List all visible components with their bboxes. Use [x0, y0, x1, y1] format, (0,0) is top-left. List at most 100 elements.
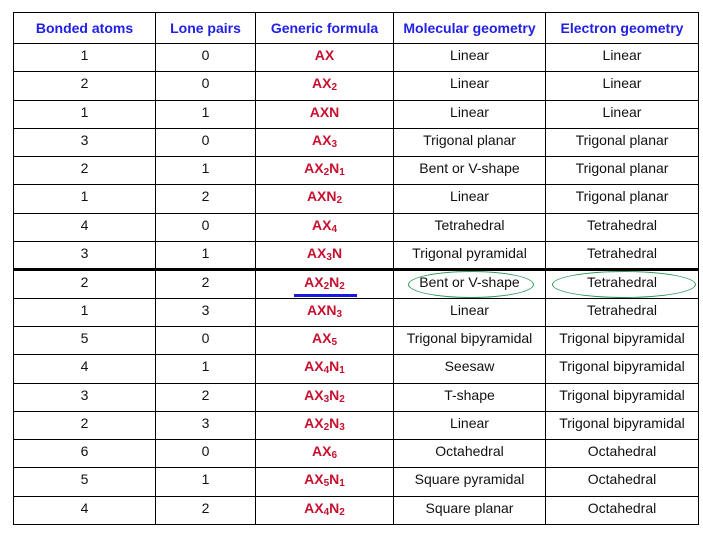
electron-geometry-cell: Octahedral — [545, 467, 699, 497]
table-row: 1 3 AXN3 Linear Tetrahedral — [13, 297, 699, 327]
formula-subscript: 5 — [331, 336, 337, 348]
molecular-geometry-cell: Linear — [393, 297, 546, 327]
formula-subscript: 2 — [339, 506, 345, 518]
lone-pairs-cell: 3 — [155, 297, 256, 327]
bonded-atoms-cell: 4 — [13, 495, 156, 526]
molecular-geometry-cell: Bent or V-shape — [393, 156, 546, 186]
formula-symbol: N — [329, 499, 340, 516]
header-molecular-geometry: Molecular geometry — [393, 12, 546, 44]
lone-pairs-cell: 2 — [155, 382, 256, 412]
table-row: 4 1 AX4N1 Seesaw Trigonal bipyramidal — [13, 354, 699, 384]
lone-pairs-cell: 0 — [155, 127, 256, 158]
vsepr-geometry-table: Bonded atoms Lone pairs Generic formula … — [13, 12, 699, 526]
lone-pairs-cell: 0 — [155, 42, 256, 73]
table-row: 4 0 AX4 Tetrahedral Tetrahedral — [13, 212, 699, 243]
header-bonded-atoms: Bonded atoms — [13, 12, 156, 44]
molecular-geometry-cell: Bent or V-shape — [393, 268, 546, 299]
bonded-atoms-cell: 1 — [13, 42, 156, 73]
table-row: 1 2 AXN2 Linear Trigonal planar — [13, 184, 699, 214]
vsepr-table-container: Bonded atoms Lone pairs Generic formula … — [13, 12, 699, 526]
formula-subscript: 4 — [331, 223, 337, 235]
generic-formula-cell: AX4N2 — [255, 495, 394, 526]
electron-geometry-cell: Tetrahedral — [545, 268, 699, 299]
table-row: 2 2 AX2N2 Bent or V-shape Tetrahedral — [13, 268, 699, 299]
formula-symbol: N — [331, 245, 343, 262]
molecular-geometry-cell: Square planar — [393, 495, 546, 526]
formula-subscript: 3 — [331, 138, 337, 150]
formula-subscript: 2 — [339, 393, 345, 405]
formula-symbol: AX — [304, 358, 324, 375]
lone-pairs-cell: 1 — [155, 99, 256, 129]
formula-symbol: AXN — [309, 103, 340, 120]
generic-formula-cell: AX2N2 — [255, 268, 394, 299]
molecular-geometry-cell: Square pyramidal — [393, 467, 546, 497]
molecular-geometry-ellipse-annotation — [408, 271, 534, 299]
bonded-atoms-cell: 5 — [13, 325, 156, 356]
generic-formula-cell: AX — [255, 42, 394, 73]
lone-pairs-cell: 0 — [155, 212, 256, 243]
formula-symbol: AX — [311, 329, 332, 346]
molecular-geometry-cell: Linear — [393, 184, 546, 214]
electron-geometry-cell: Octahedral — [545, 439, 699, 469]
molecular-geometry-cell: Linear — [393, 42, 546, 73]
bonded-atoms-cell: 2 — [13, 410, 156, 441]
formula-subscript: 1 — [339, 478, 345, 490]
formula-symbol: AXN — [306, 188, 337, 205]
bonded-atoms-cell: 3 — [13, 241, 156, 271]
generic-formula-cell: AXN2 — [255, 184, 394, 214]
formula-symbol: AX — [311, 131, 332, 148]
generic-formula-cell: AX6 — [255, 439, 394, 469]
lone-pairs-cell: 3 — [155, 410, 256, 441]
table-row: 5 0 AX5 Trigonal bipyramidal Trigonal bipyra… — [13, 325, 699, 356]
molecular-geometry-cell: Trigonal pyramidal — [393, 241, 546, 271]
table-row: 2 0 AX2 Linear Linear — [13, 71, 699, 101]
table-row: 6 0 AX6 Octahedral Octahedral — [13, 439, 699, 469]
table-row: 2 3 AX2N3 Linear Trigonal bipyramidal — [13, 410, 699, 441]
formula-subscript: 3 — [339, 421, 345, 433]
bonded-atoms-cell: 2 — [13, 268, 156, 299]
formula-subscript: 6 — [331, 450, 337, 462]
formula-symbol: AX — [311, 75, 332, 92]
table-row: 3 0 AX3 Trigonal planar Trigonal planar — [13, 127, 699, 158]
table-row: 5 1 AX5N1 Square pyramidal Octahedral — [13, 467, 699, 497]
formula-subscript: 1 — [339, 167, 345, 179]
electron-geometry-cell: Trigonal bipyramidal — [545, 410, 699, 441]
formula-subscript: 3 — [336, 308, 343, 320]
electron-geometry-cell: Octahedral — [545, 495, 699, 526]
bonded-atoms-cell: 2 — [13, 71, 156, 101]
bonded-atoms-cell: 6 — [13, 439, 156, 469]
lone-pairs-cell: 1 — [155, 467, 256, 497]
table-row: 2 1 AX2N1 Bent or V-shape Trigonal planar — [13, 156, 699, 186]
electron-geometry-cell: Linear — [545, 99, 699, 129]
molecular-geometry-cell: Tetrahedral — [393, 212, 546, 243]
formula-symbol: AX — [311, 216, 332, 233]
generic-formula-cell: AX2N1 — [255, 156, 394, 186]
formula-symbol: N — [329, 471, 340, 488]
bonded-atoms-cell: 3 — [13, 127, 156, 158]
table-row: 1 1 AXN Linear Linear — [13, 99, 699, 129]
formula-subscript: 2 — [339, 281, 345, 293]
header-generic-formula: Generic formula — [255, 12, 394, 44]
molecular-geometry-cell: Seesaw — [393, 354, 546, 384]
table-row: 1 0 AX Linear Linear — [13, 42, 699, 73]
electron-geometry-cell: Trigonal bipyramidal — [545, 382, 699, 412]
generic-formula-cell: AX3N2 — [255, 382, 394, 412]
table-row: 3 1 AX3N Trigonal pyramidal Tetrahedral — [13, 241, 699, 271]
lone-pairs-cell: 2 — [155, 495, 256, 526]
generic-formula-cell: AX3 — [255, 127, 394, 158]
generic-formula-cell: AX5N1 — [255, 467, 394, 497]
formula-subscript: 1 — [339, 365, 345, 377]
bonded-atoms-cell: 4 — [13, 212, 156, 243]
formula-symbol: N — [329, 386, 340, 403]
formula-symbol: AX — [304, 274, 324, 291]
electron-geometry-cell: Trigonal bipyramidal — [545, 325, 699, 356]
formula-symbol: N — [329, 358, 340, 375]
header-electron-geometry: Electron geometry — [545, 12, 699, 44]
bonded-atoms-cell: 4 — [13, 354, 156, 384]
generic-formula-cell: AX2 — [255, 71, 394, 101]
lone-pairs-cell: 2 — [155, 268, 256, 299]
table-row: 4 2 AX4N2 Square planar Octahedral — [13, 495, 699, 526]
header-row: Bonded atoms Lone pairs Generic formula … — [13, 12, 699, 44]
formula-symbol: AX — [304, 160, 324, 177]
generic-formula-cell: AXN — [255, 99, 394, 129]
